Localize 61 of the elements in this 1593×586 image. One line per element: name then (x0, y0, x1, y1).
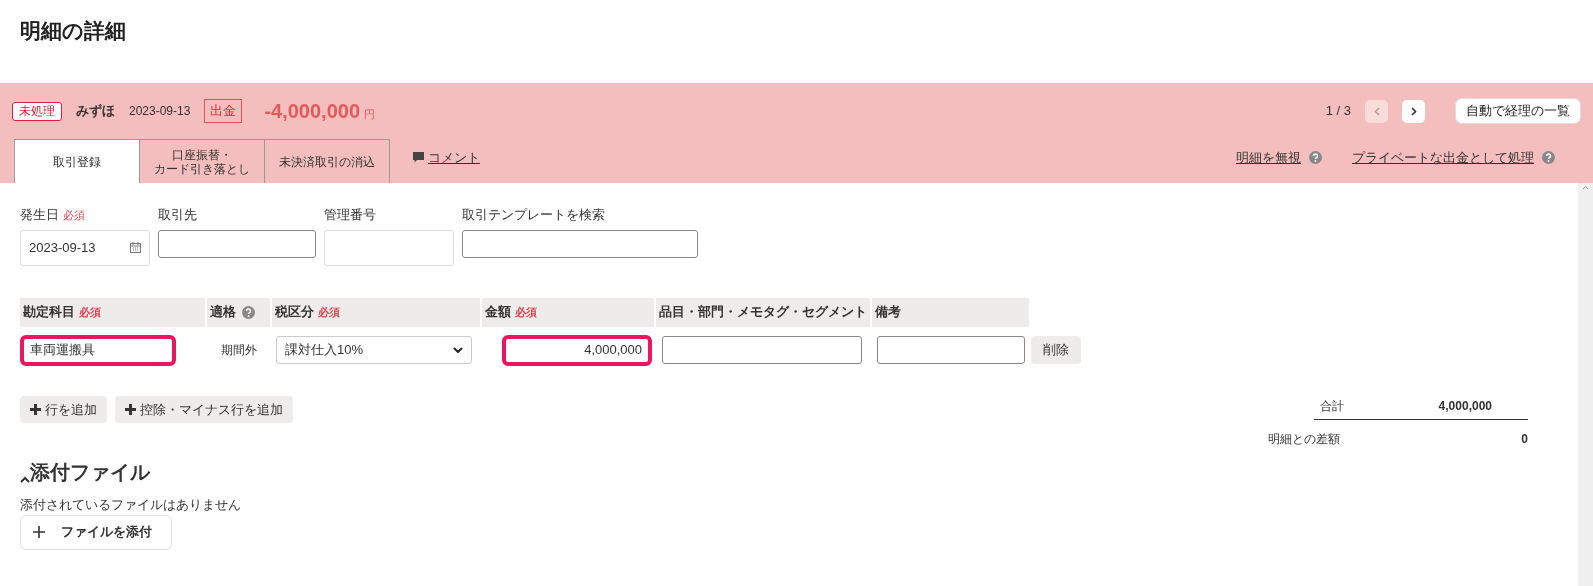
calendar-icon (130, 242, 141, 253)
column-header: 備考 (875, 303, 901, 322)
text-field[interactable] (462, 229, 698, 258)
required-mark: 必須 (79, 304, 101, 320)
total-value: 4,000,000 (1438, 398, 1492, 415)
chevron-left-icon (1373, 106, 1380, 116)
help-icon[interactable] (1309, 150, 1322, 164)
scrollbar[interactable] (1578, 183, 1593, 586)
chevron-down-icon (453, 346, 463, 353)
column-header: 税区分 (275, 303, 314, 322)
column-header: 適格 (210, 303, 236, 322)
caret-up-icon[interactable] (20, 475, 30, 483)
text-field[interactable] (877, 335, 1025, 364)
field-label: 発生日 (20, 207, 59, 222)
tab[interactable]: 未決済取引の消込 (264, 139, 390, 183)
comment-link[interactable]: コメント (428, 147, 480, 167)
tab[interactable]: 取引登録 (14, 139, 140, 183)
comment-icon (413, 151, 424, 163)
action-link[interactable]: プライベートな出金として処理 (1352, 147, 1534, 167)
total-label: 合計 (1320, 398, 1344, 415)
date-field[interactable]: 2023-09-13 (20, 229, 150, 266)
chevron-right-icon (1410, 106, 1417, 116)
field-label: 管理番号 (324, 207, 376, 222)
account-field[interactable]: 車両運搬具 (20, 334, 176, 366)
pager-text: 1 / 3 (1325, 102, 1351, 121)
empty-message: 添付されているファイルはありません (20, 496, 242, 514)
add-row-button[interactable]: 行を追加 (20, 395, 107, 423)
required-mark: 必須 (515, 304, 537, 320)
action-link[interactable]: 明細を無視 (1236, 147, 1301, 167)
required-mark: 必須 (318, 304, 340, 320)
text-field[interactable] (662, 335, 862, 364)
column-header: 勘定科目 (23, 303, 75, 322)
help-icon[interactable] (242, 305, 255, 319)
field-label: 取引先 (158, 207, 197, 222)
section-heading: 添付ファイル (30, 461, 150, 483)
amount-text: -4,000,000 (264, 99, 361, 124)
add-row-button[interactable]: 控除・マイナス行を追加 (115, 395, 293, 423)
eligibility-text: 期間外 (220, 342, 257, 359)
auto-accounting-button[interactable]: 自動で経理の一覧 (1455, 98, 1581, 124)
total-label: 明細との差額 (1268, 430, 1340, 448)
attach-file-button[interactable]: ファイルを添付 (20, 514, 172, 550)
required-mark: 必須 (63, 209, 85, 221)
plus-icon (30, 403, 41, 415)
status-badge: 未処理 (12, 101, 62, 121)
next-button[interactable] (1402, 99, 1425, 123)
field-label: 取引テンプレートを検索 (462, 207, 605, 222)
column-header: 品目・部門・メモタグ・セグメント (659, 303, 867, 322)
plus-icon (125, 403, 136, 415)
transaction-date: 2023-09-13 (129, 103, 191, 120)
bank-name: みずほ (76, 102, 115, 121)
total-value: 0 (1521, 430, 1528, 448)
delete-button[interactable]: 削除 (1031, 335, 1081, 364)
page-title: 明細の詳細 (19, 18, 127, 44)
tax-select[interactable]: 課対仕入10% (276, 335, 472, 364)
help-icon[interactable] (1542, 150, 1555, 164)
column-header: 金額 (485, 303, 511, 322)
text-field[interactable] (158, 229, 316, 258)
direction-label: 出金 (204, 99, 243, 123)
plus-icon (33, 526, 45, 538)
amount-field[interactable]: 4,000,000 (502, 334, 652, 366)
currency-text: 円 (364, 107, 376, 122)
